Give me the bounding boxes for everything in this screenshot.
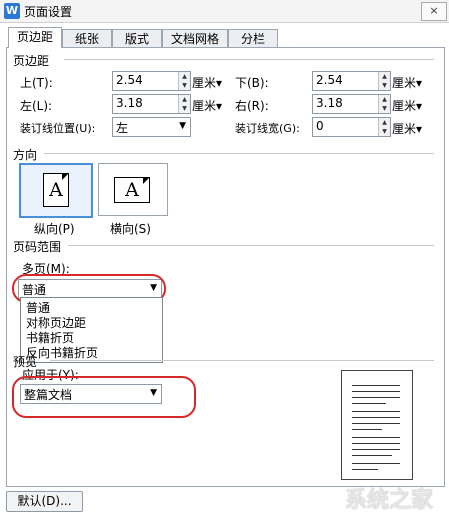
window-title: 页面设置 [24, 5, 73, 19]
gutter-position-value: 左 [116, 121, 129, 135]
gutter-width-value: 0 [316, 119, 324, 133]
watermark-logo: 系统之家 [345, 488, 434, 513]
preview-page-thumbnail [341, 370, 413, 480]
gutter-width-spinner[interactable]: 0 ▲ ▼ [312, 117, 391, 137]
unit-dropdown[interactable]: 厘米▾ [392, 97, 422, 114]
tab-paper[interactable]: 纸张 [62, 29, 112, 48]
top-margin-spinner[interactable]: 2.54 ▲ ▼ [112, 71, 191, 91]
unit-dropdown[interactable]: 厘米▾ [392, 74, 422, 91]
tab-doc-grid[interactable]: 文档网格 [162, 29, 228, 48]
unit-dropdown[interactable]: 厘米▾ [192, 74, 222, 91]
left-margin-label: 左(L): [20, 99, 53, 113]
close-button[interactable]: × [421, 2, 447, 21]
spinner-arrows-icon[interactable]: ▲ ▼ [378, 72, 390, 90]
orientation-section-title: 方向 [13, 148, 38, 162]
tab-layout[interactable]: 版式 [112, 29, 162, 48]
right-margin-value: 3.18 [316, 96, 343, 110]
spinner-arrows-icon[interactable]: ▲ ▼ [378, 95, 390, 113]
spinner-arrows-icon[interactable]: ▲ ▼ [378, 118, 390, 136]
landscape-page-icon: A [114, 177, 150, 203]
spinner-arrows-icon[interactable]: ▲ ▼ [178, 72, 190, 90]
right-margin-label: 右(R): [235, 99, 269, 113]
gutter-position-select[interactable]: 左 ▼ [112, 117, 191, 137]
top-margin-value: 2.54 [116, 73, 143, 87]
section-divider [44, 153, 434, 154]
tab-margins[interactable]: 页边距 [8, 27, 62, 48]
pages-section-title: 页码范围 [13, 240, 62, 254]
bottom-margin-spinner[interactable]: 2.54 ▲ ▼ [312, 71, 391, 91]
section-divider [68, 245, 434, 246]
margins-section-title: 页边距 [13, 54, 50, 68]
unit-dropdown[interactable]: 厘米▾ [392, 120, 422, 137]
title-bar: W 页面设置 × [0, 0, 449, 23]
unit-dropdown[interactable]: 厘米▾ [192, 97, 222, 114]
left-margin-value: 3.18 [116, 96, 143, 110]
right-margin-spinner[interactable]: 3.18 ▲ ▼ [312, 94, 391, 114]
tab-columns[interactable]: 分栏 [228, 29, 278, 48]
landscape-option[interactable]: A [98, 163, 168, 216]
highlight-annotation [12, 376, 196, 418]
wps-app-icon: W [4, 3, 20, 19]
portrait-option[interactable]: A [19, 163, 93, 218]
bottom-margin-value: 2.54 [316, 73, 343, 87]
portrait-label: 纵向(P) [34, 222, 75, 236]
spinner-arrows-icon[interactable]: ▲ ▼ [178, 95, 190, 113]
multi-page-options-list: 普通 对称页边距 书籍折页 反向书籍折页 [20, 297, 163, 363]
left-margin-spinner[interactable]: 3.18 ▲ ▼ [112, 94, 191, 114]
section-divider [64, 59, 434, 60]
section-divider [50, 360, 434, 361]
default-button[interactable]: 默认(D)... [6, 491, 83, 512]
portrait-page-icon: A [43, 173, 69, 207]
bottom-margin-label: 下(B): [235, 76, 269, 90]
gutter-width-label: 装订线宽(G): [235, 122, 300, 135]
chevron-down-icon: ▼ [179, 121, 186, 131]
gutter-position-label: 装订线位置(U): [20, 122, 96, 135]
landscape-label: 横向(S) [110, 222, 151, 236]
top-margin-label: 上(T): [20, 76, 53, 90]
